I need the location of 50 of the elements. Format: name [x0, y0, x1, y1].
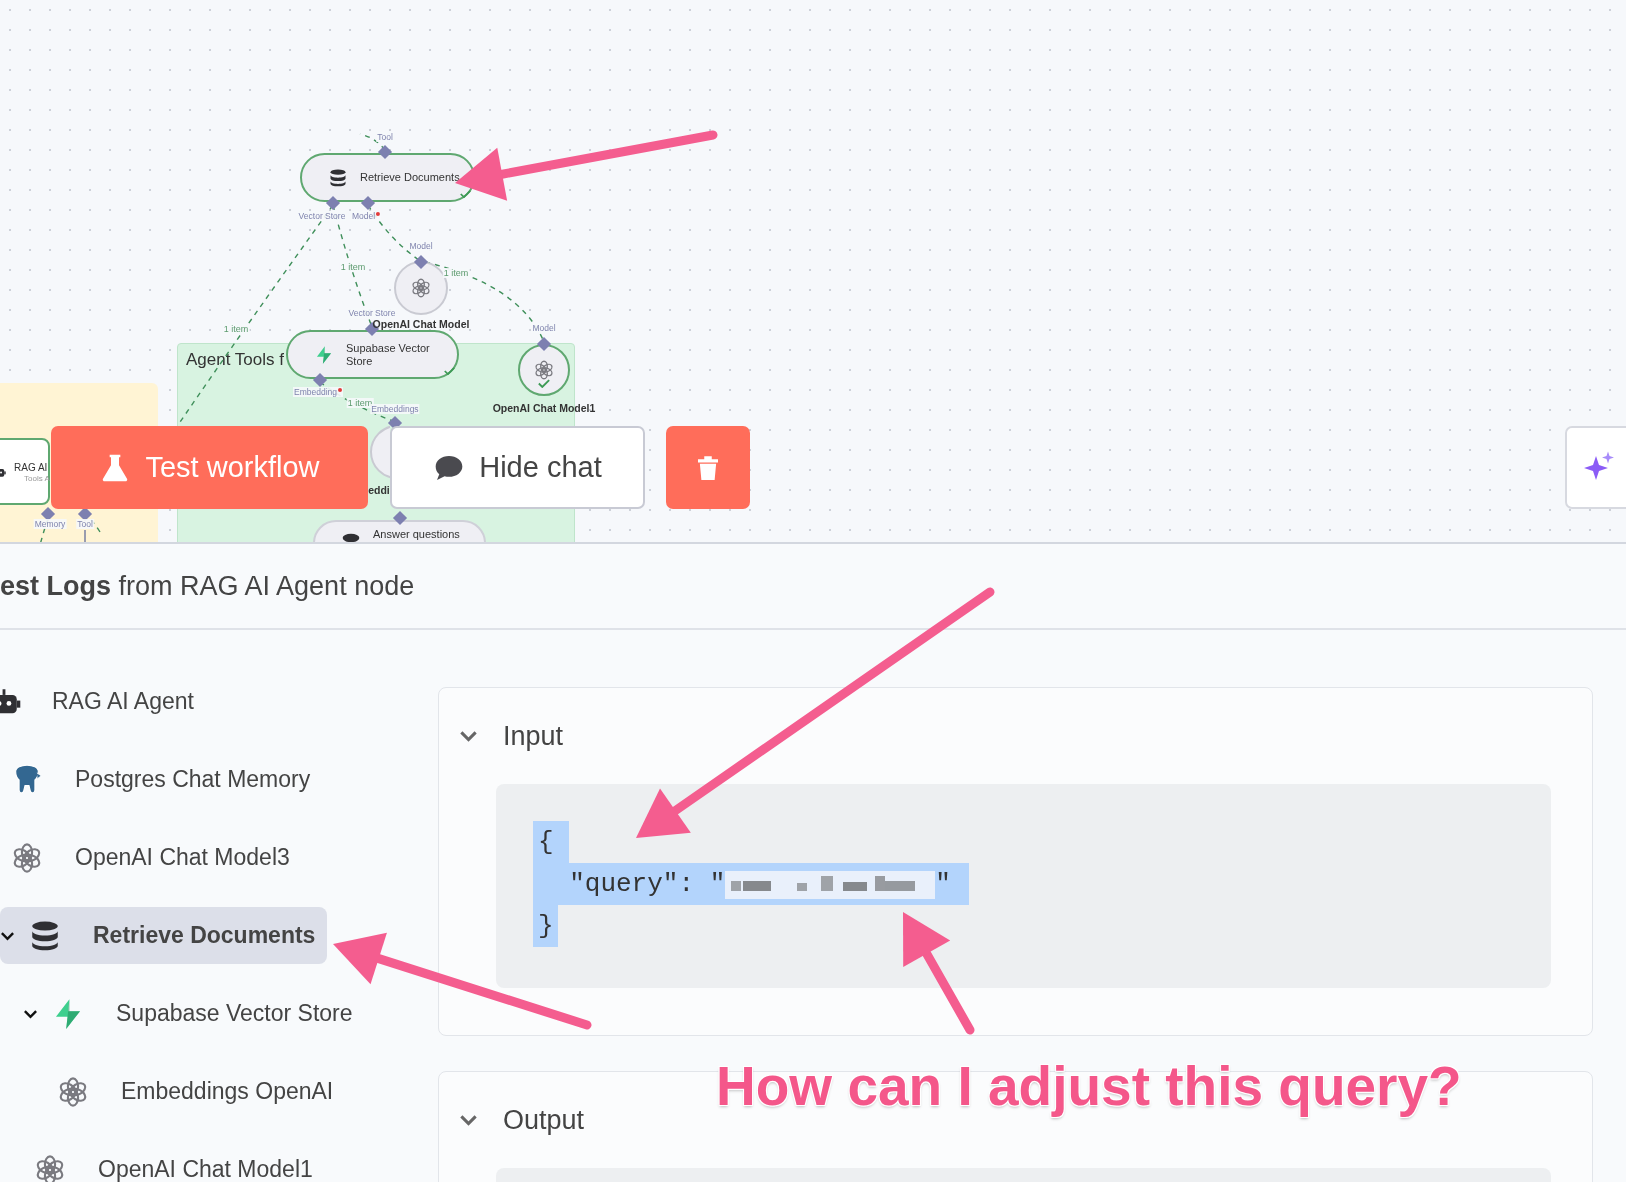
edge-label: Vector Store — [347, 308, 397, 318]
edge-label: 1 item — [222, 324, 250, 334]
edge-label: 1 item — [442, 268, 470, 278]
edge-label: Memory — [33, 519, 67, 529]
knot-icon — [533, 359, 555, 381]
node-title: RAG AI — [14, 460, 49, 474]
edge-label: Embedding — [293, 387, 343, 397]
log-tree-item[interactable]: Retrieve Documents — [0, 907, 328, 964]
log-tree-item[interactable]: OpenAI Chat Model3 — [0, 829, 302, 886]
node-title: Answer questions — [373, 528, 460, 541]
bolt-icon — [314, 344, 334, 365]
log-tree-item[interactable]: Supabase Vector Store — [23, 985, 365, 1042]
node-title: Retrieve Documents — [360, 171, 460, 184]
logs-title: est Logs from RAG AI Agent node — [0, 570, 415, 602]
connector-line — [84, 529, 86, 542]
node-label: eddi — [368, 484, 390, 496]
port-handle[interactable] — [77, 506, 93, 522]
workflow-node[interactable]: Answer questions — [313, 520, 486, 542]
node-title: Supabase Vector Store — [346, 341, 431, 368]
check-icon — [444, 367, 455, 375]
edge-label: Model — [531, 323, 557, 333]
annotation-text: How can I adjust this query? — [716, 1054, 1462, 1118]
workflow-node[interactable]: Retrieve Documents — [300, 153, 475, 202]
edge-label: Embeddings — [370, 404, 420, 414]
port-handle[interactable] — [40, 506, 56, 522]
delete-button[interactable] — [666, 426, 750, 509]
section-toggle[interactable]: Output — [459, 1072, 585, 1168]
node-label: OpenAI Chat Model — [372, 318, 470, 330]
hide-chat-button[interactable]: Hide chat — [390, 426, 645, 509]
edge-label: Tool — [376, 132, 394, 142]
edge-label: Model — [408, 241, 434, 251]
model-node[interactable] — [394, 261, 448, 315]
workflow-node[interactable]: Supabase Vector Store — [286, 330, 459, 379]
log-tree-item[interactable]: Embeddings OpenAI — [46, 1063, 346, 1120]
port-handle[interactable] — [536, 336, 552, 352]
check-icon — [460, 190, 471, 198]
edge-label: Tool — [76, 519, 94, 529]
section-toggle[interactable]: Input — [459, 688, 564, 784]
database-icon — [328, 167, 348, 188]
group-title: Agent Tools f — [186, 350, 284, 370]
edge-label: Model — [350, 211, 382, 221]
log-tree-item[interactable]: RAG AI Agent — [0, 673, 206, 730]
edge-label: Vector Store — [297, 211, 347, 221]
assistant-button[interactable] — [1565, 426, 1626, 509]
node-label: OpenAI Chat Model1 — [492, 402, 596, 414]
edge-label: 1 item — [339, 262, 367, 272]
log-tree-item[interactable]: Postgres Chat Memory — [0, 751, 323, 808]
knot-icon — [410, 277, 432, 299]
check-icon — [538, 379, 550, 388]
log-tree-item[interactable]: OpenAI Chat Model1 — [23, 1141, 325, 1182]
